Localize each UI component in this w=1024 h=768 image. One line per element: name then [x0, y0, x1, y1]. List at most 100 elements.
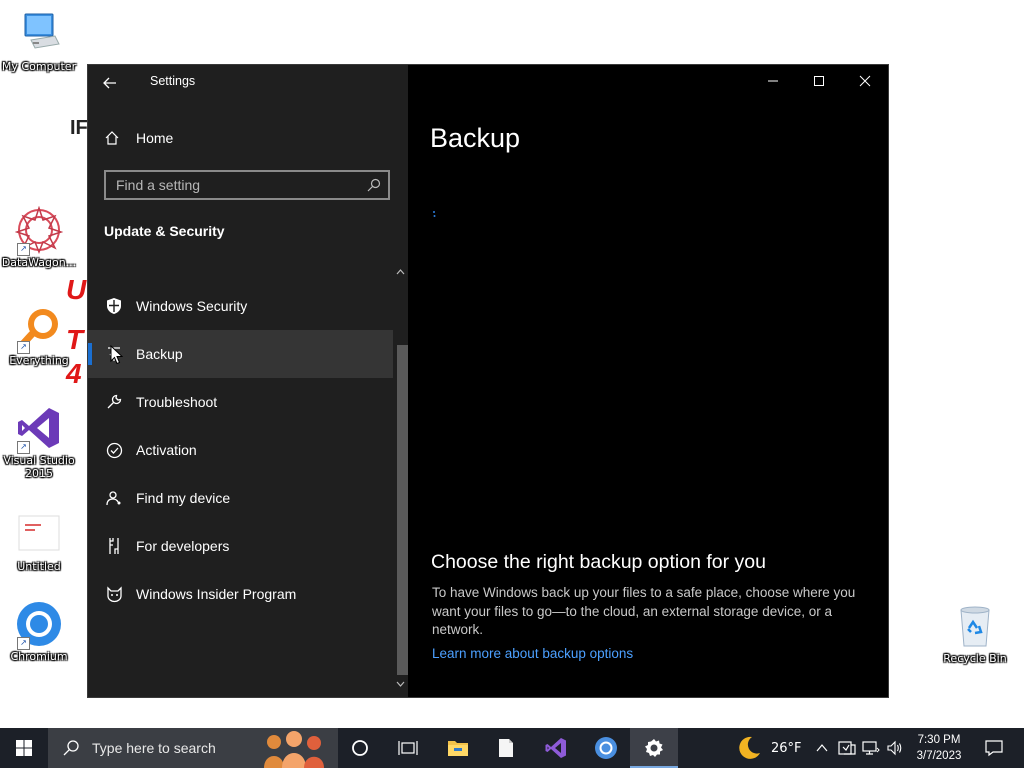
- desktop-icon-datawagon[interactable]: ↗ DataWagon...: [1, 205, 77, 269]
- visual-studio-icon: [545, 738, 566, 758]
- home-icon: [104, 130, 124, 146]
- desktop-icon-label: Untitled: [17, 560, 61, 573]
- desktop-icon-recycle-bin[interactable]: Recycle Bin: [937, 602, 1013, 665]
- desktop-icon-label: DataWagon...: [1, 256, 77, 269]
- taskbar-clock[interactable]: 7:30 PM 3/7/2023: [908, 732, 970, 764]
- back-button[interactable]: [102, 71, 122, 95]
- chromium-icon: [595, 737, 617, 759]
- minimize-button[interactable]: [750, 65, 796, 97]
- taskbar: Type here to search 26°F 7:30 PM 3/7/202…: [0, 728, 1024, 768]
- nav-item-windows-insider[interactable]: Windows Insider Program: [88, 570, 393, 618]
- close-icon: [859, 75, 871, 87]
- taskbar-search-placeholder: Type here to search: [92, 740, 216, 756]
- wrench-icon: [104, 392, 124, 412]
- nav-item-label: Windows Insider Program: [136, 586, 297, 602]
- clock-time: 7:30 PM: [917, 734, 961, 746]
- scroll-up-arrow-icon[interactable]: [396, 267, 405, 278]
- search-highlight-people-icon: [264, 731, 324, 768]
- nav-item-label: Activation: [136, 442, 197, 458]
- search-icon: [63, 740, 79, 756]
- shield-icon: [104, 296, 124, 316]
- person-location-icon: [104, 488, 124, 508]
- nav-item-backup[interactable]: Backup: [88, 330, 393, 378]
- search-icon[interactable]: [366, 177, 382, 193]
- nav-item-windows-security[interactable]: Windows Security: [88, 282, 393, 330]
- desktop-icon-untitled[interactable]: Untitled: [1, 510, 77, 573]
- insider-cat-icon: [104, 584, 124, 604]
- desktop-icon-label: Recycle Bin: [943, 652, 1007, 665]
- taskbar-file-explorer[interactable]: [434, 728, 482, 768]
- find-setting-input[interactable]: [106, 172, 376, 198]
- taskbar-document[interactable]: [482, 728, 530, 768]
- document-file-icon: [15, 510, 63, 558]
- settings-search-box[interactable]: [104, 170, 390, 200]
- action-center-button[interactable]: [976, 728, 1012, 768]
- check-circle-icon: [104, 440, 124, 460]
- nav-home-label: Home: [136, 130, 174, 146]
- cortana-button[interactable]: [336, 728, 384, 768]
- taskbar-settings[interactable]: [630, 728, 678, 768]
- nav-item-label: Troubleshoot: [136, 394, 218, 410]
- background-text-fragment: IF: [70, 117, 88, 139]
- show-hidden-icons-button[interactable]: [812, 728, 832, 768]
- taskbar-search-box[interactable]: Type here to search: [48, 728, 338, 768]
- section-heading: Update & Security: [104, 223, 225, 239]
- shortcut-arrow-icon: ↗: [17, 637, 30, 650]
- settings-gear-icon: [645, 739, 663, 757]
- nav-scrollbar[interactable]: [392, 265, 408, 697]
- backup-options-description: To have Windows back up your files to a …: [432, 585, 856, 637]
- close-button[interactable]: [842, 65, 888, 97]
- shortcut-arrow-icon: ↗: [17, 441, 30, 454]
- nav-item-find-my-device[interactable]: Find my device: [88, 474, 393, 522]
- desktop-icon-label: Visual Studio 2015: [3, 454, 75, 480]
- tray-app-icon: [838, 741, 856, 755]
- volume-icon: [887, 740, 902, 756]
- clock-date: 3/7/2023: [916, 750, 962, 762]
- taskbar-visual-studio[interactable]: [532, 728, 580, 768]
- backup-options-heading: Choose the right backup option for you: [431, 551, 766, 573]
- nav-item-for-developers[interactable]: For developers: [88, 522, 393, 570]
- back-arrow-icon: [103, 77, 116, 89]
- scroll-down-arrow-icon[interactable]: [396, 679, 405, 690]
- notification-icon: [985, 740, 1003, 757]
- recycle-bin-icon: [951, 602, 999, 650]
- page-title: Backup: [430, 123, 521, 153]
- tray-app-button[interactable]: [836, 728, 858, 768]
- learn-more-backup-link[interactable]: Learn more about backup options: [432, 646, 633, 661]
- desktop-icon-chromium[interactable]: ↗ Chromium: [1, 600, 77, 663]
- task-view-button[interactable]: [384, 728, 432, 768]
- chevron-up-icon: [816, 744, 828, 752]
- minimize-icon: [768, 80, 778, 82]
- visual-studio-icon: ↗: [15, 404, 63, 454]
- nav-home[interactable]: Home: [104, 123, 394, 153]
- weather-temperature: 26°F: [771, 740, 802, 756]
- windows-logo-icon: [16, 740, 32, 756]
- settings-nav-list: Windows Security Backup Troubleshoot Act…: [88, 265, 393, 697]
- desktop-icon-label: Everything: [9, 354, 69, 367]
- desktop-icon-visual-studio[interactable]: ↗ Visual Studio 2015: [1, 404, 77, 480]
- scrollbar-thumb[interactable]: [397, 345, 408, 675]
- developer-tools-icon: [104, 536, 124, 556]
- desktop-icon-everything[interactable]: ↗ Everything: [1, 304, 77, 367]
- weather-widget[interactable]: 26°F: [736, 728, 802, 768]
- nav-item-troubleshoot[interactable]: Troubleshoot: [88, 378, 393, 426]
- desktop-icon-label: Chromium: [10, 650, 68, 663]
- everything-search-icon: ↗: [15, 304, 63, 354]
- file-explorer-icon: [448, 741, 468, 756]
- window-title: Settings: [150, 74, 196, 88]
- maximize-icon: [814, 76, 824, 86]
- shortcut-arrow-icon: ↗: [17, 341, 30, 354]
- computer-icon: [15, 10, 63, 58]
- maximize-button[interactable]: [796, 65, 842, 97]
- settings-window: Settings Home Update & Security Windows …: [87, 64, 889, 698]
- desktop-icon-my-computer[interactable]: My Computer: [1, 10, 77, 73]
- taskbar-chromium[interactable]: [582, 728, 630, 768]
- network-button[interactable]: [860, 728, 882, 768]
- moon-icon: [739, 736, 760, 759]
- start-button[interactable]: [0, 728, 48, 768]
- task-view-icon: [398, 741, 418, 755]
- nav-item-activation[interactable]: Activation: [88, 426, 393, 474]
- volume-button[interactable]: [884, 728, 906, 768]
- nav-item-label: Find my device: [136, 490, 231, 506]
- mouse-cursor-icon: [110, 345, 124, 365]
